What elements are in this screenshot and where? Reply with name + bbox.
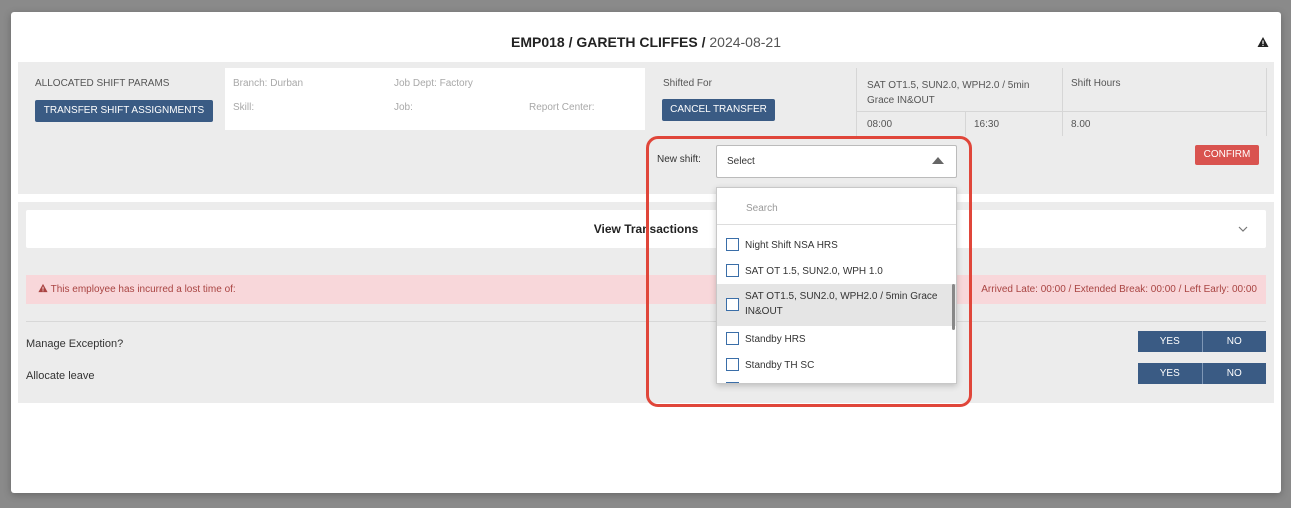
highlight-annotation bbox=[646, 136, 972, 407]
chevron-down-icon bbox=[1238, 226, 1248, 232]
manage-exception-yes-button[interactable]: YES bbox=[1138, 331, 1202, 352]
grid-divider bbox=[1266, 68, 1267, 136]
grid-divider bbox=[856, 68, 857, 136]
lost-time-text: This employee has incurred a lost time o… bbox=[50, 284, 236, 295]
start-time: 08:00 bbox=[867, 119, 893, 130]
transfer-shift-assignments-button[interactable]: TRANSFER SHIFT ASSIGNMENTS bbox=[35, 100, 213, 122]
warning-icon[interactable] bbox=[1257, 36, 1269, 48]
shift-details-panel: Branch: Durban Job Dept: Factory Skill: … bbox=[225, 68, 645, 130]
modal-header: EMP018 / GARETH CLIFFES / 2024-08-21 bbox=[11, 12, 1281, 62]
shift-hours-value: 8.00 bbox=[1071, 119, 1091, 130]
allocate-leave-no-button[interactable]: NO bbox=[1201, 363, 1267, 384]
job-dept-text: Job Dept: Factory bbox=[394, 78, 473, 89]
report-center-text: Report Center: bbox=[529, 102, 595, 113]
confirm-button[interactable]: CONFIRM bbox=[1195, 145, 1259, 165]
job-text: Job: bbox=[394, 102, 413, 113]
shift-hours-label: Shift Hours bbox=[1071, 78, 1121, 89]
manage-exception-label: Manage Exception? bbox=[26, 338, 124, 350]
cancel-transfer-button[interactable]: CANCEL TRANSFER bbox=[662, 99, 775, 121]
shift-name-text: SAT OT1.5, SUN2.0, WPH2.0 / 5min Grace I… bbox=[867, 80, 1030, 106]
warning-icon bbox=[38, 283, 48, 293]
skill-text: Skill: bbox=[233, 102, 255, 113]
end-time: 16:30 bbox=[974, 119, 1000, 130]
grid-divider bbox=[965, 111, 966, 136]
manage-exception-toggle: YES NO bbox=[1138, 331, 1266, 352]
shift-date: 2024-08-21 bbox=[705, 34, 781, 50]
grid-divider bbox=[856, 111, 1266, 112]
manage-exception-no-button[interactable]: NO bbox=[1201, 331, 1267, 352]
shifted-for-label: Shifted For bbox=[663, 78, 712, 89]
lost-time-message: This employee has incurred a lost time o… bbox=[38, 275, 236, 304]
allocate-leave-toggle: YES NO bbox=[1138, 363, 1266, 384]
lost-time-breakdown: Arrived Late: 00:00 / Extended Break: 00… bbox=[981, 284, 1257, 295]
grid-divider bbox=[1062, 68, 1063, 136]
allocate-leave-yes-button[interactable]: YES bbox=[1138, 363, 1202, 384]
allocated-shift-label: ALLOCATED SHIFT PARAMS bbox=[35, 78, 170, 89]
allocate-leave-label: Allocate leave bbox=[26, 370, 95, 382]
employee-title: EMP018 / GARETH CLIFFES / bbox=[511, 34, 706, 50]
branch-text: Branch: Durban bbox=[233, 78, 304, 89]
